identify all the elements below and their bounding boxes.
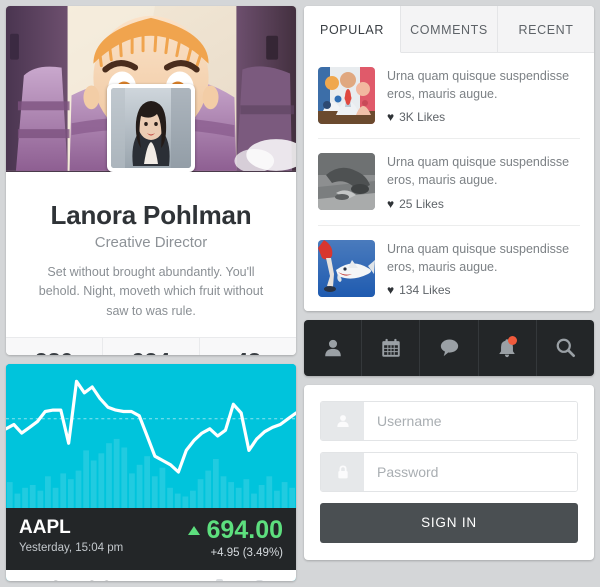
stat-likes[interactable]: 934 Likes [103,338,200,356]
user-icon-button[interactable] [304,319,363,376]
right-column: POPULAR COMMENTS RECENT Urna quam quisqu… [304,6,594,581]
username-input[interactable] [364,401,577,440]
username-field-group [320,400,578,441]
stock-change: +4.95 (3.49%) [210,547,283,560]
avatar-portrait [111,88,191,168]
heart-icon: ♥ [387,110,395,125]
stock-chart [6,364,296,509]
stock-symbol: AAPL [19,517,71,539]
mini-volume-bars [166,579,283,581]
stock-widget: AAPL Yesterday, 15:04 pm 694.00 +4.95 (3… [6,364,296,581]
stat-photos[interactable]: 48 Photos [200,338,296,355]
stock-identity: AAPL Yesterday, 15:04 pm [19,517,124,555]
stat-value: 48 [200,348,296,355]
page-root: Lanora Pohlman Creative Director Set wit… [0,0,600,587]
thumb-photo-shark-blue [318,239,375,297]
avatar-image [111,88,191,168]
profile-role: Creative Director [94,234,208,251]
feed-thumbnail [318,153,375,211]
heart-icon: ♥ [387,282,395,297]
avatar [107,84,195,172]
feed-likes: ♥ 3K Likes [387,110,580,124]
user-icon-wrap [321,401,364,440]
feed-list: Urna quam quisque suspendisse eros, maur… [304,53,594,311]
feed-title: Urna quam quisque suspendisse eros, maur… [387,241,570,274]
feed-thumbnail [318,67,375,124]
tab-popular[interactable]: POPULAR [304,6,401,53]
notification-badge [507,335,517,345]
thumb-illustration-people [318,67,375,124]
profile-body: Lanora Pohlman Creative Director Set wit… [6,172,296,338]
stat-value: 934 [103,348,199,355]
list-item[interactable]: Urna quam quisque suspendisse eros, maur… [318,226,580,311]
list-item[interactable]: Urna quam quisque suspendisse eros, maur… [318,139,580,226]
thumb-photo-street-bw [318,153,375,211]
likes-count: 25 Likes [399,196,444,211]
profile-stats: 380 Following 934 Likes 48 Photos [6,337,296,356]
stock-chart-svg [6,364,296,509]
calendar-icon [382,338,400,357]
sign-in-button[interactable]: SIGN IN [320,502,578,543]
feed-thumbnail [318,239,375,297]
calendar-icon-button[interactable] [362,319,421,376]
tab-comments[interactable]: COMMENTS [401,6,498,52]
chat-icon [440,339,458,357]
stat-following[interactable]: 380 Following [6,338,103,356]
feed-text: Urna quam quisque suspendisse eros, maur… [387,153,580,210]
lock-icon [337,465,348,479]
profile-bio: Set without brought abundantly. You'll b… [38,265,264,318]
stock-price-row: 694.00 [187,516,283,545]
search-icon-button[interactable] [537,320,594,376]
stock-next-row: +195.20 [6,570,296,581]
stat-value: 380 [6,348,102,355]
likes-count: 3K Likes [399,110,446,125]
password-input[interactable] [364,452,577,491]
heart-icon: ♥ [387,196,395,211]
bell-icon-button[interactable] [479,319,537,376]
password-field-group [320,451,578,492]
user-icon [336,414,349,427]
lock-icon-wrap [321,452,364,491]
feed-title: Urna quam quisque suspendisse eros, maur… [387,69,570,102]
stock-next-price: +195.20 [19,575,114,581]
search-icon [556,338,575,358]
tab-recent[interactable]: RECENT [498,6,594,52]
stock-price: 694.00 [206,516,283,545]
activity-panel: POPULAR COMMENTS RECENT Urna quam quisqu… [304,6,594,311]
left-column: Lanora Pohlman Creative Director Set wit… [6,6,296,581]
feed-likes: ♥ 134 Likes [387,283,580,297]
list-item[interactable]: Urna quam quisque suspendisse eros, maur… [318,53,580,140]
login-form: SIGN IN [304,384,594,560]
feed-likes: ♥ 25 Likes [387,197,580,211]
user-icon [324,339,341,356]
profile-card: Lanora Pohlman Creative Director Set wit… [6,6,296,356]
stock-info: AAPL Yesterday, 15:04 pm 694.00 +4.95 (3… [6,508,296,571]
stock-date: Yesterday, 15:04 pm [19,542,124,555]
feed-text: Urna quam quisque suspendisse eros, maur… [387,67,580,124]
icon-toolbar [304,319,594,376]
feed-text: Urna quam quisque suspendisse eros, maur… [387,240,580,297]
chat-icon-button[interactable] [420,319,479,376]
page-title: Lanora Pohlman [50,200,252,230]
cover-photo [6,6,296,172]
stock-quote: 694.00 +4.95 (3.49%) [187,516,283,560]
likes-count: 134 Likes [399,282,451,297]
arrow-up-icon [187,526,200,536]
tab-bar: POPULAR COMMENTS RECENT [304,6,594,53]
feed-title: Urna quam quisque suspendisse eros, maur… [387,155,570,188]
